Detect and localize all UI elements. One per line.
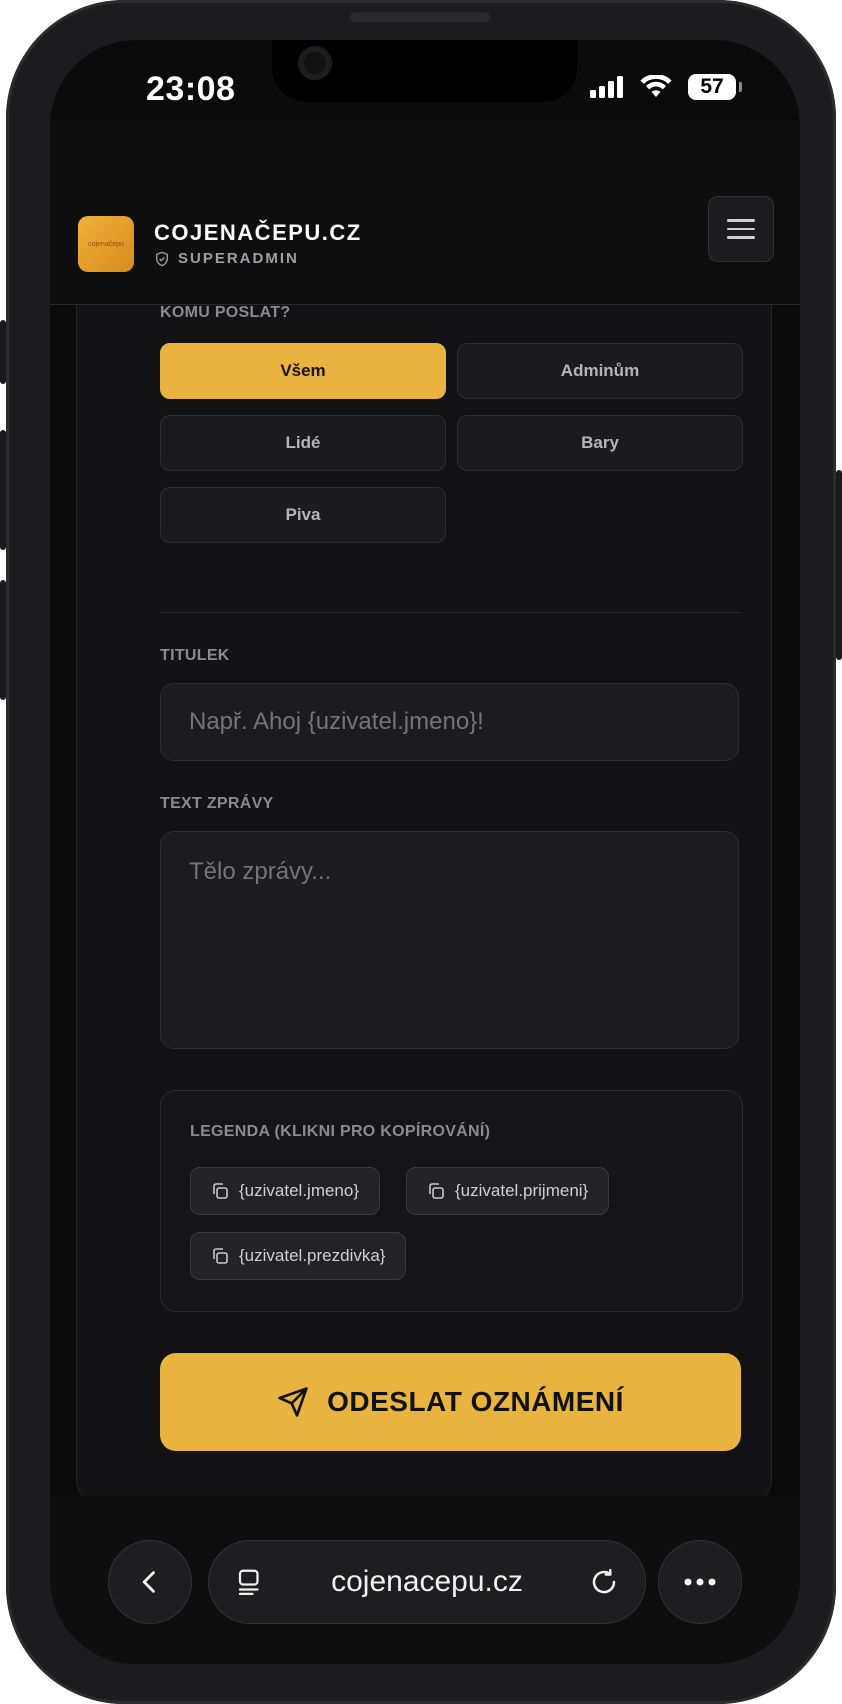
legend-label: LEGENDA (KLIKNI PRO KOPÍROVÁNÍ)	[190, 1123, 491, 1140]
more-button[interactable]	[658, 1540, 742, 1624]
battery-indicator: 57	[688, 74, 742, 100]
legend-chip-jmeno[interactable]: {uzivatel.jmeno}	[190, 1167, 381, 1215]
legend-chip-text: {uzivatel.jmeno}	[239, 1181, 360, 1200]
menu-button[interactable]	[708, 196, 774, 262]
announcement-card: KOMU POSLAT? Všem Adminům Lidé Bary Piva…	[76, 220, 772, 1508]
back-button[interactable]	[108, 1540, 192, 1624]
role-badge: SUPERADMIN	[154, 250, 299, 267]
earpiece-speaker	[350, 12, 490, 22]
brand-name: COJENAČEPU.CZ	[154, 220, 362, 245]
title-label: TITULEK	[160, 647, 230, 664]
hamburger-line	[727, 227, 755, 231]
copy-icon	[213, 1183, 228, 1199]
hamburger-line	[727, 236, 755, 239]
section-divider	[160, 612, 741, 613]
option-piva[interactable]: Piva	[160, 487, 446, 543]
copy-icon	[429, 1183, 444, 1199]
app-header: cojenačepu COJENAČEPU.CZ SUPERADMIN	[50, 120, 800, 305]
option-vsem[interactable]: Všem	[160, 343, 446, 399]
status-icons: 57	[590, 74, 742, 100]
silent-switch	[0, 320, 6, 384]
recipients-label: KOMU POSLAT?	[160, 304, 291, 321]
volume-down-button	[0, 580, 6, 700]
send-announcement-button[interactable]: ODESLAT OZNÁMENÍ	[160, 1353, 741, 1451]
legend-chip-prezdivka[interactable]: {uzivatel.prezdivka}	[190, 1232, 407, 1280]
status-time: 23:08	[146, 70, 236, 108]
legend-chip-text: {uzivatel.prijmeni}	[455, 1181, 589, 1200]
legend-chip-prijmeni[interactable]: {uzivatel.prijmeni}	[406, 1167, 610, 1215]
reload-icon[interactable]	[589, 1567, 619, 1597]
title-input[interactable]	[160, 683, 739, 761]
app-logo[interactable]: cojenačepu	[78, 216, 134, 272]
copy-icon	[213, 1248, 228, 1264]
power-button	[836, 470, 842, 660]
send-button-label: ODESLAT OZNÁMENÍ	[327, 1386, 624, 1417]
phone-frame: 23:08 57 KOMU POSLAT? Všem Adminům Lidé …	[0, 0, 842, 1704]
volume-up-button	[0, 430, 6, 550]
legend-box: LEGENDA (KLIKNI PRO KOPÍROVÁNÍ) {uzivate…	[160, 1090, 743, 1312]
message-textarea[interactable]	[160, 831, 739, 1049]
browser-toolbar: cojenacepu.cz	[50, 1496, 800, 1664]
shield-check-icon	[156, 251, 168, 266]
ellipsis-icon	[684, 1578, 716, 1586]
role-text: SUPERADMIN	[178, 250, 299, 267]
signal-icon	[590, 76, 623, 98]
wifi-icon	[640, 75, 672, 97]
screen: 23:08 57 KOMU POSLAT? Všem Adminům Lidé …	[50, 40, 800, 1664]
front-camera	[298, 46, 332, 80]
hamburger-icon	[727, 219, 755, 222]
address-bar[interactable]: cojenacepu.cz	[208, 1540, 646, 1624]
message-label: TEXT ZPRÁVY	[160, 795, 274, 812]
dynamic-island	[272, 40, 577, 102]
option-adminum[interactable]: Adminům	[457, 343, 743, 399]
chevron-left-icon	[142, 1571, 155, 1593]
paper-plane-icon	[278, 1387, 308, 1417]
url-text: cojenacepu.cz	[331, 1565, 523, 1598]
legend-chip-text: {uzivatel.prezdivka}	[239, 1246, 386, 1265]
option-lide[interactable]: Lidé	[160, 415, 446, 471]
option-bary[interactable]: Bary	[457, 415, 743, 471]
